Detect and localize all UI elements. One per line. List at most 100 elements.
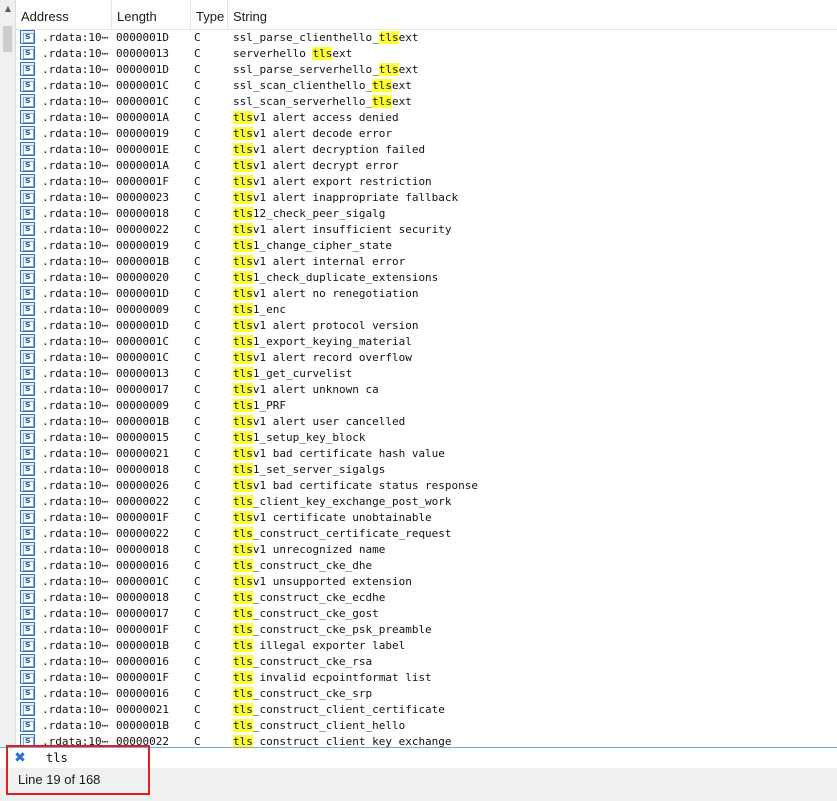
table-row[interactable]: .rdata:10⋯ 00000018 Ctlsv1 unrecognized na… bbox=[16, 541, 837, 557]
table-row[interactable]: .rdata:10⋯ 00000020 Ctls1_check_duplicate_… bbox=[16, 269, 837, 285]
table-row[interactable]: .rdata:10⋯ 00000026 Ctlsv1 bad certificate… bbox=[16, 477, 837, 493]
vertical-scrollbar[interactable]: ▲ bbox=[0, 0, 16, 747]
table-row[interactable]: .rdata:10⋯ 0000001F Ctls_construct_cke_psk… bbox=[16, 621, 837, 637]
table-row[interactable]: .rdata:10⋯ 0000001F Ctls invalid ecpointfo… bbox=[16, 669, 837, 685]
table-row[interactable]: .rdata:10⋯ 0000001D Cssl_parse_serverhello… bbox=[16, 61, 837, 77]
table-row[interactable]: .rdata:10⋯ 00000019 Ctlsv1 alert decode er… bbox=[16, 125, 837, 141]
string-suffix: ext bbox=[332, 47, 353, 60]
table-row[interactable]: .rdata:10⋯ 00000013 Ctls1_get_curvelist bbox=[16, 365, 837, 381]
table-row[interactable]: .rdata:10⋯ 0000001C Cssl_scan_clienthello_… bbox=[16, 77, 837, 93]
scroll-up-icon[interactable]: ▲ bbox=[0, 0, 16, 17]
table-row[interactable]: .rdata:10⋯ 00000017 Ctls_construct_cke_gos… bbox=[16, 605, 837, 621]
address-cell: .rdata:10⋯ bbox=[42, 223, 109, 236]
table-row[interactable]: .rdata:10⋯ 00000009 Ctls1_enc bbox=[16, 301, 837, 317]
table-row[interactable]: .rdata:10⋯ 00000023 Ctlsv1 alert inappropr… bbox=[16, 189, 837, 205]
column-header-address[interactable]: Address bbox=[16, 0, 112, 29]
string-cell: tls1_export_keying_material bbox=[233, 333, 837, 349]
type-cell: C bbox=[194, 111, 201, 124]
table-row[interactable]: .rdata:10⋯ 00000016 Ctls_construct_cke_rsa bbox=[16, 653, 837, 669]
string-suffix: 1_export_keying_material bbox=[252, 335, 412, 348]
table-row[interactable]: .rdata:10⋯ 00000016 Ctls_construct_cke_srp bbox=[16, 685, 837, 701]
string-item-icon bbox=[20, 398, 35, 412]
table-row[interactable]: .rdata:10⋯ 0000001B Ctlsv1 alert user canc… bbox=[16, 413, 837, 429]
table-row[interactable]: .rdata:10⋯ 00000021 Ctls_construct_client_… bbox=[16, 701, 837, 717]
table-row[interactable]: .rdata:10⋯ 0000001C Ctlsv1 alert record ov… bbox=[16, 349, 837, 365]
table-row[interactable]: .rdata:10⋯ 0000001B Ctlsv1 alert internal … bbox=[16, 253, 837, 269]
string-item-icon bbox=[20, 414, 35, 428]
table-row[interactable]: .rdata:10⋯ 0000001A Ctlsv1 alert access de… bbox=[16, 109, 837, 125]
table-row[interactable]: .rdata:10⋯ 00000018 Ctls1_set_server_sigal… bbox=[16, 461, 837, 477]
string-suffix: ext bbox=[398, 63, 419, 76]
length-cell: 0000001D bbox=[116, 287, 169, 300]
string-suffix: illegal exporter label bbox=[252, 639, 406, 652]
length-cell: 00000023 bbox=[116, 191, 169, 204]
length-cell: 0000001B bbox=[116, 639, 169, 652]
length-cell: 00000013 bbox=[116, 367, 169, 380]
table-row[interactable]: .rdata:10⋯ 00000019 Ctls1_change_cipher_st… bbox=[16, 237, 837, 253]
table-row[interactable]: .rdata:10⋯ 0000001B Ctls_construct_client_… bbox=[16, 717, 837, 733]
length-cell: 0000001F bbox=[116, 671, 169, 684]
table-row[interactable]: .rdata:10⋯ 00000022 Ctlsv1 alert insuffici… bbox=[16, 221, 837, 237]
string-cell: tls_construct_cke_ecdhe bbox=[233, 589, 837, 605]
search-match-highlight: tls bbox=[233, 639, 253, 652]
string-cell: tls illegal exporter label bbox=[233, 637, 837, 653]
type-cell: C bbox=[194, 191, 201, 204]
table-row[interactable]: .rdata:10⋯ 0000001F Ctlsv1 certificate uno… bbox=[16, 509, 837, 525]
string-item-icon bbox=[20, 574, 35, 588]
column-header-type[interactable]: Type bbox=[191, 0, 228, 29]
table-row[interactable]: .rdata:10⋯ 0000001D Ctlsv1 alert no renego… bbox=[16, 285, 837, 301]
address-cell: .rdata:10⋯ bbox=[42, 47, 109, 60]
column-header-length[interactable]: Length bbox=[112, 0, 191, 29]
table-row[interactable]: .rdata:10⋯ 0000001E Ctlsv1 alert decryptio… bbox=[16, 141, 837, 157]
table-row[interactable]: .rdata:10⋯ 00000017 Ctlsv1 alert unknown c… bbox=[16, 381, 837, 397]
type-cell: C bbox=[194, 479, 201, 492]
table-row[interactable]: .rdata:10⋯ 0000001B Ctls illegal exporter … bbox=[16, 637, 837, 653]
length-cell: 0000001C bbox=[116, 575, 169, 588]
string-suffix: 1_PRF bbox=[252, 399, 286, 412]
search-match-highlight: tls bbox=[233, 495, 253, 508]
string-prefix: ssl_scan_clienthello_ bbox=[233, 79, 373, 92]
type-cell: C bbox=[194, 575, 201, 588]
search-match-highlight: tls bbox=[233, 463, 253, 476]
table-row[interactable]: .rdata:10⋯ 0000001F Ctlsv1 alert export re… bbox=[16, 173, 837, 189]
table-row[interactable]: .rdata:10⋯ 00000016 Ctls_construct_cke_dhe bbox=[16, 557, 837, 573]
string-suffix: _construct_client_hello bbox=[252, 719, 406, 732]
table-row[interactable]: .rdata:10⋯ 0000001D Cssl_parse_clienthello… bbox=[16, 29, 837, 45]
table-row[interactable]: .rdata:10⋯ 00000018 Ctls12_check_peer_siga… bbox=[16, 205, 837, 221]
table-row[interactable]: .rdata:10⋯ 00000022 Ctls_construct_client_… bbox=[16, 733, 837, 747]
type-cell: C bbox=[194, 495, 201, 508]
string-cell: ssl_scan_serverhello_tlsext bbox=[233, 93, 837, 109]
string-cell: tlsv1 alert insufficient security bbox=[233, 221, 837, 237]
search-input[interactable] bbox=[42, 750, 826, 766]
address-cell: .rdata:10⋯ bbox=[42, 239, 109, 252]
table-row[interactable]: .rdata:10⋯ 0000001D Ctlsv1 alert protocol … bbox=[16, 317, 837, 333]
string-suffix: _construct_cke_srp bbox=[252, 687, 373, 700]
string-cell: tls_construct_cke_dhe bbox=[233, 557, 837, 573]
table-row[interactable]: .rdata:10⋯ 00000009 Ctls1_PRF bbox=[16, 397, 837, 413]
type-cell: C bbox=[194, 511, 201, 524]
close-search-icon[interactable]: ✖ bbox=[13, 751, 27, 765]
table-row[interactable]: .rdata:10⋯ 00000013 Cserverhello tlsext bbox=[16, 45, 837, 61]
table-row[interactable]: .rdata:10⋯ 00000022 Ctls_construct_certifi… bbox=[16, 525, 837, 541]
table-row[interactable]: .rdata:10⋯ 00000021 Ctlsv1 bad certificate… bbox=[16, 445, 837, 461]
table-row[interactable]: .rdata:10⋯ 0000001C Cssl_scan_serverhello_… bbox=[16, 93, 837, 109]
string-item-icon bbox=[20, 94, 35, 108]
scrollbar-thumb[interactable] bbox=[3, 26, 12, 52]
string-item-icon bbox=[20, 254, 35, 268]
column-header-string[interactable]: String bbox=[228, 0, 837, 29]
table-row[interactable]: .rdata:10⋯ 00000022 Ctls_client_key_exchan… bbox=[16, 493, 837, 509]
table-row[interactable]: .rdata:10⋯ 0000001C Ctls1_export_keying_ma… bbox=[16, 333, 837, 349]
search-match-highlight: tls bbox=[233, 239, 253, 252]
string-item-icon bbox=[20, 350, 35, 364]
string-cell: tls_construct_cke_psk_preamble bbox=[233, 621, 837, 637]
length-cell: 0000001C bbox=[116, 79, 169, 92]
string-suffix: _construct_cke_gost bbox=[252, 607, 379, 620]
address-cell: .rdata:10⋯ bbox=[42, 255, 109, 268]
string-item-icon bbox=[20, 366, 35, 380]
table-row[interactable]: .rdata:10⋯ 0000001C Ctlsv1 unsupported ext… bbox=[16, 573, 837, 589]
table-row[interactable]: .rdata:10⋯ 00000015 Ctls1_setup_key_block bbox=[16, 429, 837, 445]
search-match-highlight: tls bbox=[233, 383, 253, 396]
table-row[interactable]: .rdata:10⋯ 0000001A Ctlsv1 alert decrypt e… bbox=[16, 157, 837, 173]
string-cell: tls_construct_certificate_request bbox=[233, 525, 837, 541]
table-row[interactable]: .rdata:10⋯ 00000018 Ctls_construct_cke_ecd… bbox=[16, 589, 837, 605]
